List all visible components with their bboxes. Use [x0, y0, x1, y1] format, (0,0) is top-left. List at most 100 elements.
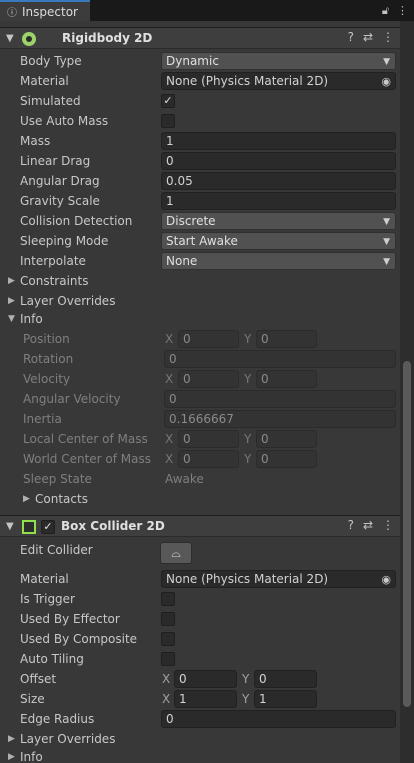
- more-icon[interactable]: ⋮: [382, 30, 394, 44]
- component-title: Rigidbody 2D: [62, 31, 153, 45]
- simulated-checkbox[interactable]: ✓: [161, 94, 175, 108]
- sleep-state-value: Awake: [165, 472, 204, 486]
- offset-label: Offset: [20, 672, 57, 686]
- component-title: Box Collider 2D: [61, 519, 165, 533]
- constraints-foldout-icon[interactable]: ▶: [8, 276, 15, 286]
- local-center-x-field: 0: [178, 430, 239, 448]
- constraints-foldout[interactable]: Constraints: [20, 274, 88, 288]
- dropdown-value: Dynamic: [166, 54, 219, 68]
- dropdown-value: Discrete: [166, 214, 216, 228]
- auto-tiling-label: Auto Tiling: [20, 652, 84, 666]
- x-label: X: [165, 452, 174, 466]
- size-x-input[interactable]: 1: [174, 690, 237, 708]
- is-trigger-checkbox[interactable]: [161, 592, 175, 606]
- gravity-scale-label: Gravity Scale: [20, 194, 100, 208]
- use-auto-mass-checkbox[interactable]: [161, 114, 175, 128]
- x-label: X: [165, 332, 174, 346]
- help-icon[interactable]: ?: [348, 518, 354, 532]
- dropdown-value: Start Awake: [166, 234, 238, 248]
- auto-tiling-checkbox[interactable]: [161, 652, 175, 666]
- scrollbar-thumb[interactable]: [403, 361, 411, 707]
- object-field-value: None (Physics Material 2D): [166, 74, 329, 88]
- offset-x-input[interactable]: 0: [174, 670, 237, 688]
- scrollbar[interactable]: [400, 21, 414, 763]
- x-label: X: [162, 692, 171, 706]
- body-type-label: Body Type: [20, 54, 82, 68]
- more-icon[interactable]: ⋮: [382, 518, 394, 532]
- preset-icon[interactable]: ⇄: [363, 518, 373, 532]
- used-by-effector-label: Used By Effector: [20, 612, 120, 626]
- size-y-input[interactable]: 1: [254, 690, 317, 708]
- box-collider-header[interactable]: ▼ ✓ Box Collider 2D ? ⇄ ⋮: [0, 515, 400, 537]
- linear-drag-label: Linear Drag: [20, 154, 91, 168]
- box-collider-icon: [22, 520, 36, 534]
- sleeping-mode-label: Sleeping Mode: [20, 234, 109, 248]
- component-actions: ? ⇄ ⋮: [348, 30, 394, 44]
- used-by-composite-checkbox[interactable]: [161, 632, 175, 646]
- help-icon[interactable]: ?: [348, 30, 354, 44]
- collision-detection-dropdown[interactable]: Discrete ▼: [161, 212, 396, 230]
- edit-collider-label: Edit Collider: [20, 543, 93, 557]
- rigidbody-icon: [22, 32, 36, 46]
- position-label: Position: [23, 332, 70, 346]
- velocity-y-field: 0: [256, 370, 317, 388]
- world-center-y-field: 0: [256, 450, 317, 468]
- x-label: X: [165, 372, 174, 386]
- y-label: Y: [242, 692, 250, 706]
- collider-material-field[interactable]: None (Physics Material 2D) ◉: [161, 570, 396, 588]
- body-type-dropdown[interactable]: Dynamic ▼: [161, 52, 396, 70]
- object-picker-icon[interactable]: ◉: [381, 572, 391, 588]
- velocity-label: Velocity: [23, 372, 71, 386]
- interpolate-dropdown[interactable]: None ▼: [161, 252, 396, 270]
- angular-drag-input[interactable]: 0.05: [161, 172, 396, 190]
- dropdown-caret-icon: ▼: [383, 257, 390, 267]
- rigidbody-header[interactable]: ▼ Rigidbody 2D ? ⇄ ⋮: [0, 27, 400, 49]
- position-y-field: 0: [256, 330, 317, 348]
- edit-collider-button[interactable]: ⌓: [160, 542, 192, 564]
- velocity-x-field: 0: [178, 370, 239, 388]
- angular-drag-label: Angular Drag: [20, 174, 100, 188]
- layer-overrides-foldout-icon[interactable]: ▶: [8, 296, 15, 306]
- local-center-y-field: 0: [256, 430, 317, 448]
- offset-y-input[interactable]: 0: [254, 670, 317, 688]
- rotation-field: 0: [164, 350, 396, 368]
- local-center-of-mass-label: Local Center of Mass: [23, 432, 148, 446]
- collider-layer-overrides-foldout[interactable]: Layer Overrides: [20, 732, 115, 746]
- contacts-foldout[interactable]: Contacts: [35, 492, 88, 506]
- lock-icon[interactable]: 🔓︎: [382, 4, 389, 18]
- foldout-arrow-icon[interactable]: ▼: [6, 521, 14, 532]
- mass-input[interactable]: 1: [161, 132, 396, 150]
- component-enabled-checkbox[interactable]: ✓: [41, 520, 55, 534]
- rotation-label: Rotation: [23, 352, 74, 366]
- info-foldout[interactable]: Info: [20, 312, 43, 326]
- dropdown-caret-icon: ▼: [383, 57, 390, 67]
- kebab-menu-icon[interactable]: ⋮: [397, 4, 408, 17]
- collider-layer-overrides-foldout-icon[interactable]: ▶: [8, 734, 15, 744]
- object-picker-icon[interactable]: ◉: [381, 74, 391, 90]
- collider-info-foldout[interactable]: Info: [20, 750, 43, 763]
- object-field-value: None (Physics Material 2D): [166, 572, 329, 586]
- y-label: Y: [244, 332, 252, 346]
- info-foldout-icon[interactable]: ▼: [8, 314, 15, 324]
- dropdown-value: None: [166, 254, 198, 268]
- preset-icon[interactable]: ⇄: [363, 30, 373, 44]
- angular-velocity-field: 0: [164, 390, 396, 408]
- component-actions: ? ⇄ ⋮: [348, 518, 394, 532]
- y-label: Y: [244, 452, 252, 466]
- x-label: X: [165, 432, 174, 446]
- inertia-label: Inertia: [23, 412, 62, 426]
- simulated-label: Simulated: [20, 94, 81, 108]
- used-by-effector-checkbox[interactable]: [161, 612, 175, 626]
- sleeping-mode-dropdown[interactable]: Start Awake ▼: [161, 232, 396, 250]
- tab-inspector[interactable]: ⓘ Inspector: [0, 0, 90, 21]
- layer-overrides-foldout[interactable]: Layer Overrides: [20, 294, 115, 308]
- angular-velocity-label: Angular Velocity: [23, 392, 121, 406]
- material-field[interactable]: None (Physics Material 2D) ◉: [161, 72, 396, 90]
- tab-bar: ⓘ Inspector 🔓︎ ⋮: [0, 0, 414, 21]
- linear-drag-input[interactable]: 0: [161, 152, 396, 170]
- gravity-scale-input[interactable]: 1: [161, 192, 396, 210]
- edge-radius-input[interactable]: 0: [161, 710, 396, 728]
- collider-info-foldout-icon[interactable]: ▶: [8, 752, 15, 762]
- foldout-arrow-icon[interactable]: ▼: [6, 33, 14, 44]
- contacts-foldout-icon[interactable]: ▶: [23, 494, 30, 504]
